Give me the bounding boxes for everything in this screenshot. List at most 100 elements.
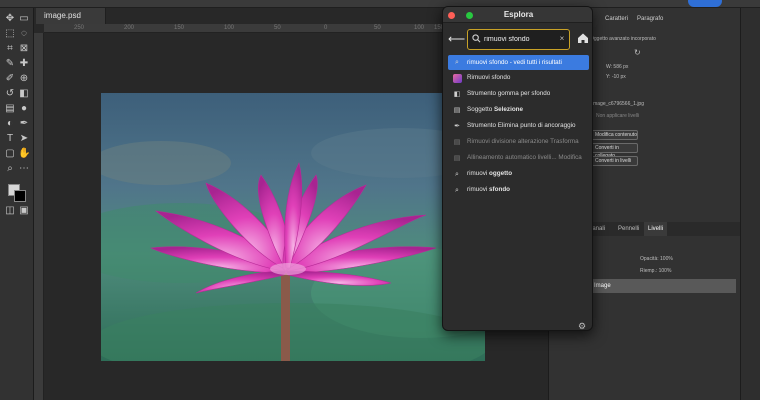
ruler-tick: 50	[274, 25, 281, 31]
marquee-tool-icon[interactable]: ⬚	[4, 29, 16, 39]
ruler-tick: 0	[324, 25, 328, 31]
rotate-icon[interactable]: ↻	[634, 48, 641, 57]
convert-linked-button[interactable]: Converti in collegato	[590, 143, 638, 159]
more-tools-icon[interactable]: ⋯	[18, 164, 30, 174]
lotus-photo[interactable]	[101, 93, 485, 361]
result-label: Allineamento automatico livelli... Modif…	[467, 154, 582, 161]
gradient-tool-icon[interactable]: ▤	[4, 104, 16, 114]
background-color-swatch[interactable]	[14, 190, 26, 202]
zoom-window-button[interactable]	[466, 12, 473, 19]
ruler-tick: 150	[174, 25, 185, 31]
result-allineamento[interactable]: ▤ Allineamento automatico livelli... Mod…	[448, 152, 589, 166]
width-label: W: 586 px	[606, 64, 629, 70]
shape-tool-icon[interactable]: ▢	[4, 149, 16, 159]
edit-contents-button[interactable]: Modifica contenuto	[590, 130, 638, 140]
clear-search-icon[interactable]: ×	[556, 32, 568, 46]
result-rimuovi-oggetto[interactable]: ⌕ rimuovi oggetto	[448, 168, 589, 182]
back-arrow-icon[interactable]: ⟵	[448, 31, 465, 47]
explore-dialog: Esplora ⟵ × ⌕ rimuovi sfondo - vedi tutt…	[442, 6, 593, 331]
document-tab-label: image.psd	[44, 11, 81, 20]
result-label: Strumento Elimina punto di ancoraggio	[467, 122, 576, 129]
eraser-tool-icon[interactable]: ◧	[18, 89, 30, 99]
result-label: rimuovi oggetto	[467, 170, 512, 178]
tools-panel: ✥ ▭ ⬚ ◌ ⌗ ⊠ ✎ ✚ ✐ ⊕ ↺ ◧ ▤ ● ◐ ✒ T ➤ ▢ ✋ …	[0, 8, 34, 400]
hand-tool-icon[interactable]: ✋	[18, 149, 30, 159]
ruler-tick: 250	[74, 25, 85, 31]
path-select-icon[interactable]: ➤	[18, 134, 30, 144]
search-field[interactable]	[467, 29, 570, 50]
layer-name: Image	[594, 283, 611, 289]
photoshop-window: ✥ ▭ ⬚ ◌ ⌗ ⊠ ✎ ✚ ✐ ⊕ ↺ ◧ ▤ ● ◐ ✒ T ➤ ▢ ✋ …	[0, 0, 760, 400]
result-rimuovi-sfondo[interactable]: Rimuovi sfondo	[448, 72, 589, 86]
search-input[interactable]	[484, 33, 566, 46]
tab-livelli[interactable]: Livelli	[644, 222, 668, 236]
home-icon[interactable]	[576, 31, 590, 45]
options-bar	[0, 0, 760, 8]
document-icon: ▤	[453, 107, 461, 114]
search-results-list: ⌕ rimuovi sfondo - vedi tutti i risultat…	[448, 55, 589, 200]
result-label: Rimuovi divisione alterazione Trasforma	[467, 138, 579, 145]
height-label: Y: -10 px	[606, 74, 626, 80]
share-button[interactable]	[688, 0, 722, 7]
ruler-tick: 200	[124, 25, 135, 31]
close-window-button[interactable]	[448, 12, 455, 19]
move-tool-icon[interactable]: ✥	[4, 14, 16, 24]
crop-tool-icon[interactable]: ⌗	[4, 44, 16, 54]
result-strumento-gomma[interactable]: ◧ Strumento gomma per sfondo	[448, 88, 589, 102]
convert-layers-button[interactable]: Converti in livelli	[590, 156, 638, 166]
properties-title: Oggetto avanzato incorporato	[590, 36, 656, 42]
tab-paragrafo[interactable]: Paragrafo	[637, 16, 663, 22]
lasso-tool-icon[interactable]: ◌	[18, 29, 30, 39]
result-label: rimuovi sfondo - vedi tutti i risultati	[467, 58, 562, 66]
artboard-tool-icon[interactable]: ▭	[18, 14, 30, 24]
vertical-ruler	[34, 33, 44, 400]
gear-icon[interactable]: ⚙	[578, 321, 588, 330]
panel-icon-strip	[740, 8, 760, 400]
result-label-bold: sfondo	[489, 186, 511, 193]
document-tab[interactable]: image.psd	[36, 8, 106, 24]
layer-row-selected[interactable]: Image	[588, 279, 736, 293]
result-label-bold: Selezione	[493, 106, 524, 113]
ruler-tick: 100	[224, 25, 235, 31]
type-tool-icon[interactable]: T	[4, 134, 16, 144]
quick-mask-icon[interactable]: ◫	[4, 206, 16, 216]
result-rimuovi-sfondo-search[interactable]: ⌕ rimuovi sfondo	[448, 184, 589, 198]
ruler-tick: 100	[414, 25, 425, 31]
result-label-prefix: Soggetto	[467, 106, 494, 113]
zoom-tool-icon[interactable]: ⌕	[4, 164, 16, 174]
blur-tool-icon[interactable]: ●	[18, 104, 30, 114]
screen-mode-icon[interactable]: ▣	[18, 206, 30, 216]
healing-tool-icon[interactable]: ✚	[18, 59, 30, 69]
result-label-prefix: rimuovi	[467, 186, 490, 193]
result-label-bold: oggetto	[489, 170, 513, 177]
search-icon: ⌕	[455, 171, 459, 178]
tab-pennelli[interactable]: Pennelli	[618, 222, 639, 236]
stamp-tool-icon[interactable]: ⊕	[18, 74, 30, 84]
eyedropper-tool-icon[interactable]: ✎	[4, 59, 16, 69]
result-label: Strumento gomma per sfondo	[467, 90, 551, 97]
eraser-icon: ◧	[453, 91, 461, 98]
history-brush-icon[interactable]: ↺	[4, 89, 16, 99]
search-icon	[472, 34, 481, 43]
result-label: Rimuovi sfondo	[467, 74, 511, 81]
pen-tool-icon[interactable]: ✒	[18, 119, 30, 129]
result-rimuovi-divisione[interactable]: ▤ Rimuovi divisione alterazione Trasform…	[448, 136, 589, 150]
result-see-all[interactable]: ⌕ rimuovi sfondo - vedi tutti i risultat…	[448, 55, 589, 70]
opacity-field[interactable]: Opacità: 100%	[640, 256, 673, 262]
brush-tool-icon[interactable]: ✐	[4, 74, 16, 84]
fill-field[interactable]: Riemp.: 100%	[640, 268, 671, 274]
file-name: image_c6796566_1.jpg	[592, 101, 644, 107]
result-label-prefix: rimuovi	[467, 170, 490, 177]
layer-comps[interactable]: Non applicare livelli	[596, 113, 639, 119]
result-label: Soggetto Selezione	[467, 106, 523, 114]
document-icon: ▤	[453, 139, 461, 146]
document-icon: ▤	[453, 155, 461, 162]
frame-tool-icon[interactable]: ⊠	[18, 44, 30, 54]
result-elimina-punto[interactable]: ✒ Strumento Elimina punto di ancoraggio	[448, 120, 589, 134]
result-soggetto-selezione[interactable]: ▤ Soggetto Selezione	[448, 104, 589, 118]
dodge-tool-icon[interactable]: ◐	[4, 119, 16, 129]
pen-minus-icon: ✒	[454, 123, 460, 130]
ruler-tick: 50	[374, 25, 381, 31]
tab-caratteri[interactable]: Caratteri	[605, 16, 628, 22]
search-icon: ⌕	[455, 187, 459, 194]
